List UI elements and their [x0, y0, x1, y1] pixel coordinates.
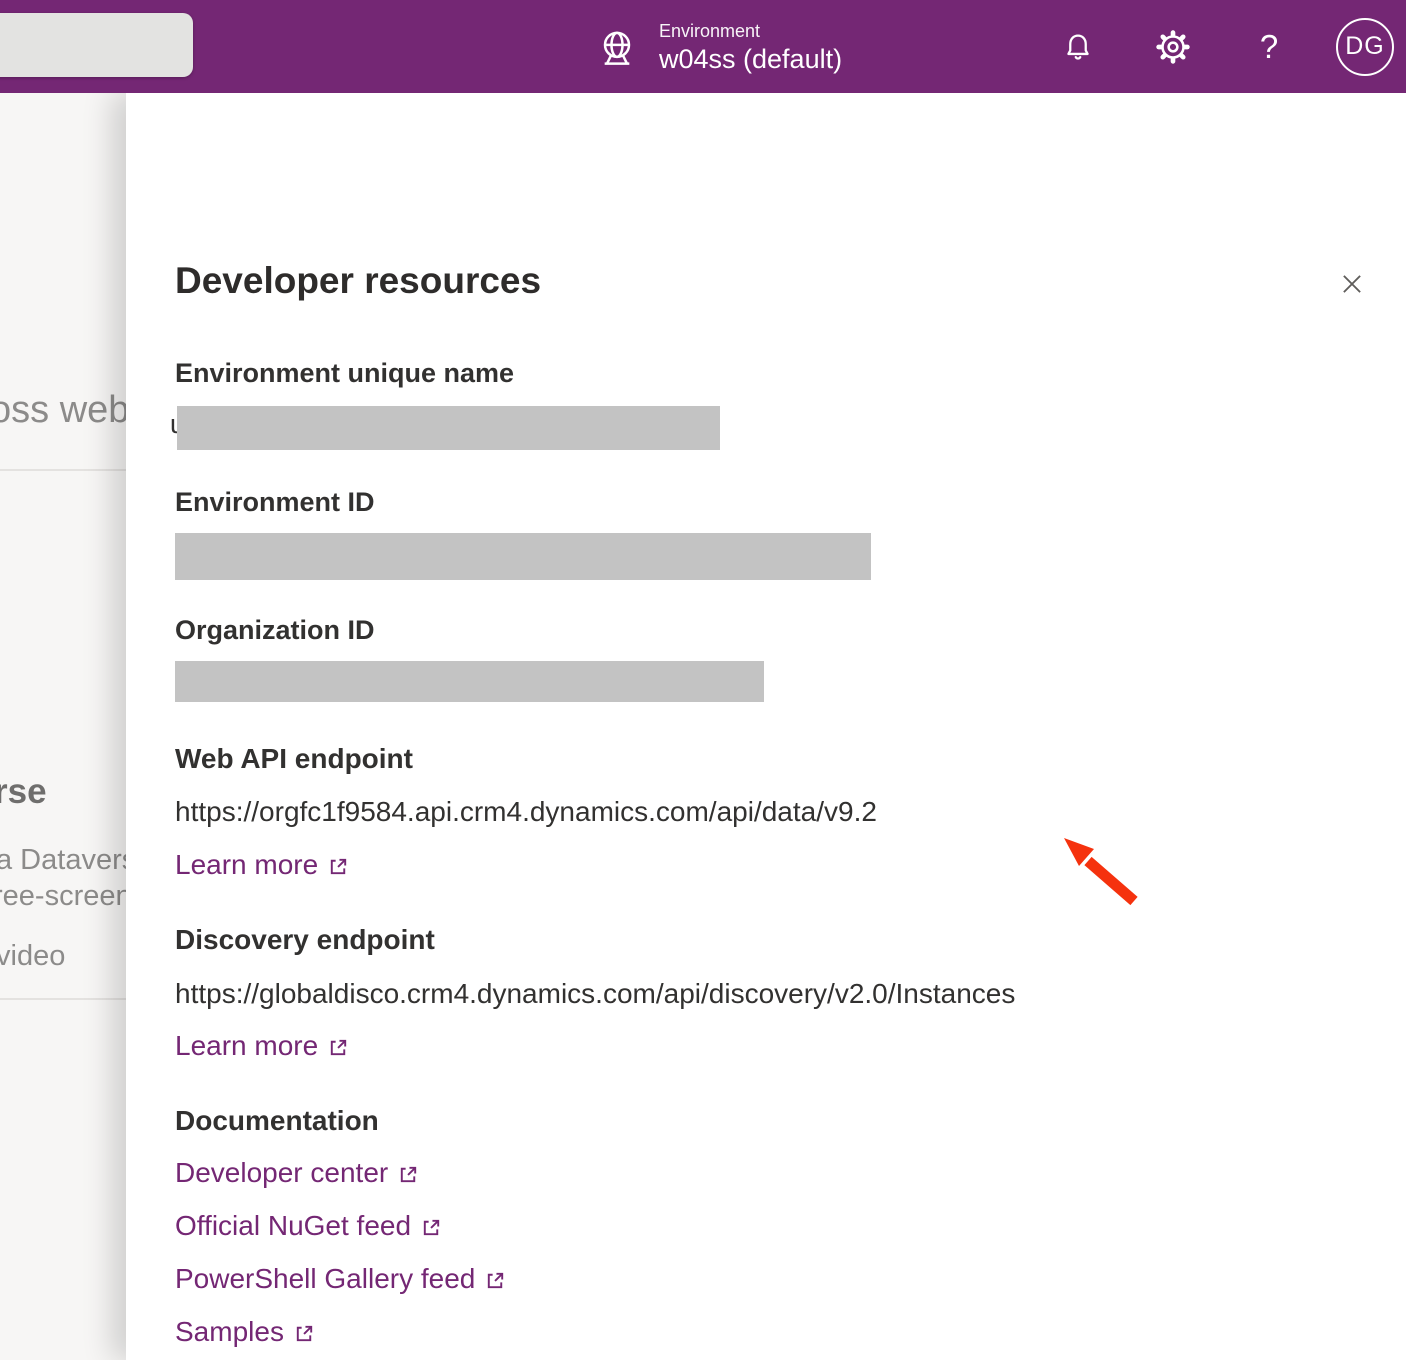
help-button[interactable]: ?: [1246, 0, 1292, 93]
discovery-endpoint-url: https://globaldisco.crm4.dynamics.com/ap…: [175, 978, 1015, 1010]
developer-resources-dialog: Developer resources Environment unique n…: [126, 93, 1406, 1360]
background-partial-text: a Datavers: [0, 844, 126, 877]
bell-icon: [1062, 31, 1094, 63]
close-icon: [1337, 269, 1367, 299]
field-label-environment-unique-name: Environment unique name: [175, 358, 514, 389]
background-partial-text: ree-screen: [0, 880, 126, 913]
background-partial-heading: rse: [0, 772, 47, 812]
redacted-value-bar: [177, 406, 720, 450]
external-link-icon: [293, 1322, 316, 1345]
web-api-endpoint-url: https://orgfc1f9584.api.crm4.dynamics.co…: [175, 796, 877, 828]
avatar: DG: [1336, 18, 1394, 76]
environment-label: Environment: [659, 19, 842, 43]
redacted-topbar-item: [0, 13, 193, 77]
documentation-heading: Documentation: [175, 1105, 379, 1137]
background-partial-text: video: [0, 940, 65, 973]
field-label-environment-id: Environment ID: [175, 487, 375, 518]
annotation-arrow: [896, 711, 1156, 921]
background-partial-text: oss web: [0, 389, 126, 432]
learn-more-label: Learn more: [175, 1030, 318, 1062]
link-label: Official NuGet feed: [175, 1210, 411, 1242]
environment-picker[interactable]: Environment w04ss (default): [597, 0, 842, 93]
discovery-learn-more-link[interactable]: Learn more: [175, 1030, 350, 1062]
samples-link[interactable]: Samples: [175, 1316, 316, 1348]
link-label: Developer center: [175, 1157, 388, 1189]
external-link-icon: [484, 1269, 507, 1292]
link-label: Samples: [175, 1316, 284, 1348]
background-divider: [0, 469, 126, 471]
environment-globe-icon: [597, 29, 637, 69]
account-avatar-button[interactable]: DG: [1334, 0, 1396, 93]
external-link-icon: [397, 1163, 420, 1186]
background-divider: [0, 998, 126, 1000]
web-api-learn-more-link[interactable]: Learn more: [175, 849, 350, 881]
discovery-endpoint-label: Discovery endpoint: [175, 924, 435, 956]
notifications-button[interactable]: [1054, 0, 1102, 93]
settings-button[interactable]: [1148, 0, 1198, 93]
redacted-value-bar: [175, 533, 871, 580]
field-label-organization-id: Organization ID: [175, 615, 375, 646]
dialog-title: Developer resources: [175, 260, 541, 302]
developer-center-link[interactable]: Developer center: [175, 1157, 420, 1189]
question-mark-icon: ?: [1260, 28, 1278, 66]
background-page: oss web rse a Datavers ree-screen video …: [0, 93, 126, 1360]
top-app-bar: Environment w04ss (default) ?: [0, 0, 1406, 93]
external-link-icon: [327, 1036, 350, 1059]
gear-icon: [1155, 29, 1191, 65]
environment-name: w04ss (default): [659, 43, 842, 75]
external-link-icon: [327, 855, 350, 878]
close-button[interactable]: [1329, 261, 1375, 307]
redacted-value-bar: [175, 661, 764, 702]
learn-more-label: Learn more: [175, 849, 318, 881]
external-link-icon: [420, 1216, 443, 1239]
link-label: PowerShell Gallery feed: [175, 1263, 475, 1295]
powershell-gallery-feed-link[interactable]: PowerShell Gallery feed: [175, 1263, 507, 1295]
nuget-feed-link[interactable]: Official NuGet feed: [175, 1210, 443, 1242]
web-api-endpoint-label: Web API endpoint: [175, 743, 413, 775]
